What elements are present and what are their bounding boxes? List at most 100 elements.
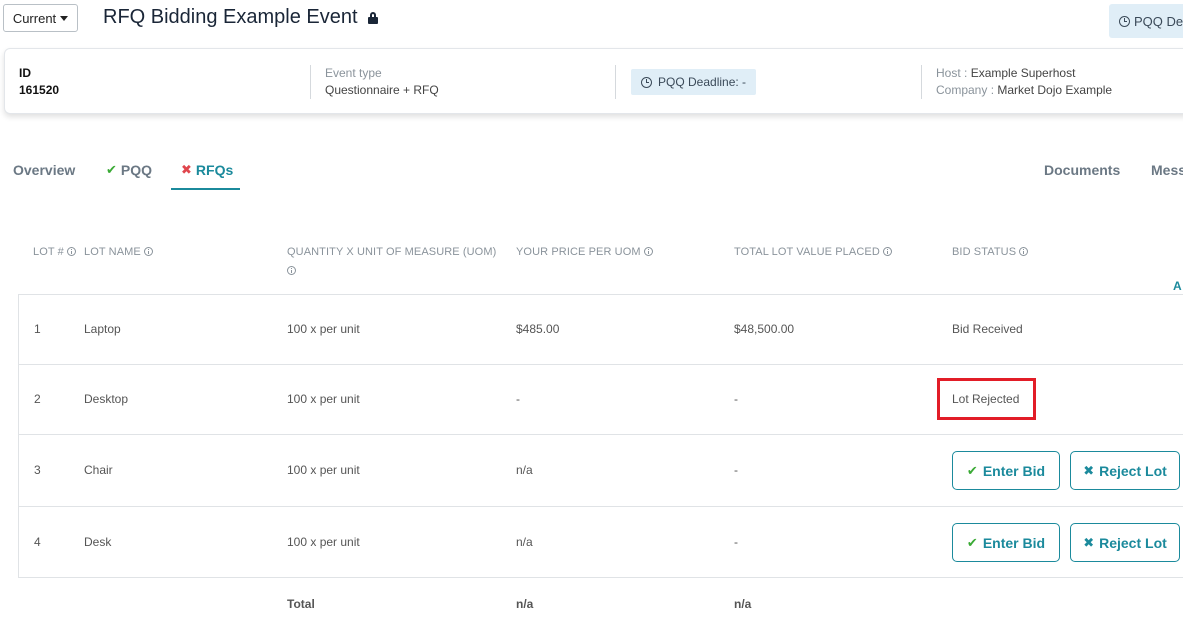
enter-bid-label: Enter Bid	[982, 462, 1046, 479]
header-bid-status-text: BID STATUS	[952, 246, 1017, 258]
info-icon[interactable]	[143, 246, 153, 256]
cross-icon: ✖	[1083, 534, 1095, 550]
lot-quantity: 100 x per unit	[287, 463, 360, 477]
pqq-deadline-text: PQQ Deadline: -	[658, 75, 747, 89]
event-type-value: Questionnaire + RFQ	[325, 83, 439, 97]
tab-pqq-label: PQQ	[120, 162, 153, 178]
active-tab-indicator	[171, 188, 240, 190]
caret-down-icon	[60, 15, 69, 21]
tab-overview[interactable]: Overview	[13, 162, 75, 178]
tab-rfqs[interactable]: ✖ RFQs	[181, 162, 233, 178]
tab-pqq[interactable]: ✔ PQQ	[106, 162, 152, 178]
version-select[interactable]: Current	[3, 4, 78, 32]
header-total-lot-value-text: TOTAL LOT VALUE PLACED	[734, 246, 880, 258]
event-id-value: 161520	[19, 83, 60, 97]
total-label: Total	[287, 597, 315, 611]
reject-lot-label: Reject Lot	[1099, 462, 1167, 479]
info-icon[interactable]	[287, 265, 296, 275]
enter-bid-button[interactable]: ✔ Enter Bid	[952, 451, 1060, 490]
host-value: Example Superhost	[970, 66, 1076, 80]
lot-total: -	[734, 535, 738, 549]
page: Current RFQ Bidding Example Event PQQ De…	[0, 0, 1183, 625]
bid-status: Bid Received	[952, 322, 1023, 336]
tab-documents-label: Documents	[1044, 162, 1121, 178]
company-label: Company :	[936, 83, 995, 97]
header-lot-name: LOT NAME	[84, 243, 153, 262]
info-icon[interactable]	[66, 246, 76, 256]
row-divider	[18, 434, 1183, 435]
check-icon: ✔	[106, 162, 117, 177]
header-lot-number: LOT #	[33, 243, 76, 262]
event-id: ID 161520	[19, 65, 59, 99]
cross-icon: ✖	[1083, 462, 1095, 478]
event-type-label: Event type	[325, 66, 382, 80]
row-divider	[18, 506, 1183, 507]
clock-icon	[1119, 15, 1130, 27]
header-quantity-uom: QUANTITY X UNIT OF MEASURE (UOM)	[287, 243, 497, 281]
divider	[921, 65, 922, 99]
lot-number: 2	[34, 392, 41, 406]
info-icon[interactable]	[643, 246, 653, 256]
lot-total: $48,500.00	[734, 322, 795, 336]
pqq-deadline: PQQ Deadline: -	[631, 69, 756, 95]
enter-bid-button[interactable]: ✔ Enter Bid	[952, 523, 1060, 562]
version-select-label: Current	[12, 10, 57, 26]
lot-total: -	[734, 392, 738, 406]
lot-quantity: 100 x per unit	[287, 392, 360, 406]
total-value: n/a	[734, 597, 752, 611]
header-price-per-uom: YOUR PRICE PER UOM	[516, 243, 653, 262]
lot-number: 3	[34, 463, 41, 477]
lot-name: Chair	[84, 463, 113, 477]
total-price: n/a	[516, 597, 534, 611]
tab-messages-label: Mess	[1151, 162, 1183, 178]
event-type: Event type Questionnaire + RFQ	[325, 65, 439, 99]
lot-number: 1	[34, 322, 41, 336]
lot-name: Desk	[84, 535, 112, 549]
event-id-label: ID	[19, 66, 31, 80]
check-icon: ✔	[966, 534, 978, 550]
header-lot-name-text: LOT NAME	[84, 246, 141, 258]
tab-overview-label: Overview	[13, 162, 76, 178]
lot-quantity: 100 x per unit	[287, 535, 360, 549]
page-title: RFQ Bidding Example Event	[103, 6, 358, 28]
header-total-lot-value: TOTAL LOT VALUE PLACED	[734, 243, 892, 262]
row-divider	[18, 364, 1183, 365]
company-value: Market Dojo Example	[997, 83, 1113, 97]
lot-price: -	[516, 392, 520, 406]
info-icon[interactable]	[882, 246, 892, 256]
header-price-per-uom-text: YOUR PRICE PER UOM	[516, 246, 641, 258]
lot-name: Laptop	[84, 322, 121, 336]
lot-total: -	[734, 463, 738, 477]
pqq-deadline-badge-top: PQQ De	[1109, 4, 1183, 38]
host-company: Host : Example Superhost Company : Marke…	[936, 65, 1112, 99]
lot-price: n/a	[516, 535, 533, 549]
bid-status: Lot Rejected	[952, 392, 1020, 406]
cross-icon: ✖	[181, 162, 192, 177]
check-icon: ✔	[966, 462, 978, 478]
header-bid-status: BID STATUS	[952, 243, 1029, 262]
side-link[interactable]: A	[1173, 279, 1182, 293]
lot-price: n/a	[516, 463, 533, 477]
host-label: Host :	[936, 66, 968, 80]
pqq-badge-text: PQQ De	[1134, 13, 1183, 29]
divider	[615, 65, 616, 99]
clock-icon	[641, 76, 652, 88]
header-lot-number-text: LOT #	[33, 246, 64, 258]
tab-rfqs-label: RFQs	[195, 162, 234, 178]
tab-documents[interactable]: Documents	[1044, 162, 1120, 178]
lot-name: Desktop	[84, 392, 129, 406]
enter-bid-label: Enter Bid	[982, 534, 1046, 551]
event-info-card: ID 161520 Event type Questionnaire + RFQ…	[4, 48, 1183, 114]
header-quantity-uom-text: QUANTITY X UNIT OF MEASURE (UOM)	[287, 246, 497, 258]
divider	[310, 65, 311, 99]
tab-messages[interactable]: Mess	[1151, 162, 1183, 178]
lot-quantity: 100 x per unit	[287, 322, 360, 336]
info-icon[interactable]	[1019, 246, 1029, 256]
lot-number: 4	[34, 535, 41, 549]
title-wrap: RFQ Bidding Example Event	[103, 6, 378, 29]
lock-icon	[367, 11, 378, 24]
reject-lot-label: Reject Lot	[1099, 534, 1167, 551]
reject-lot-button[interactable]: ✖ Reject Lot	[1070, 451, 1180, 490]
lot-price: $485.00	[516, 322, 560, 336]
reject-lot-button[interactable]: ✖ Reject Lot	[1070, 523, 1180, 562]
